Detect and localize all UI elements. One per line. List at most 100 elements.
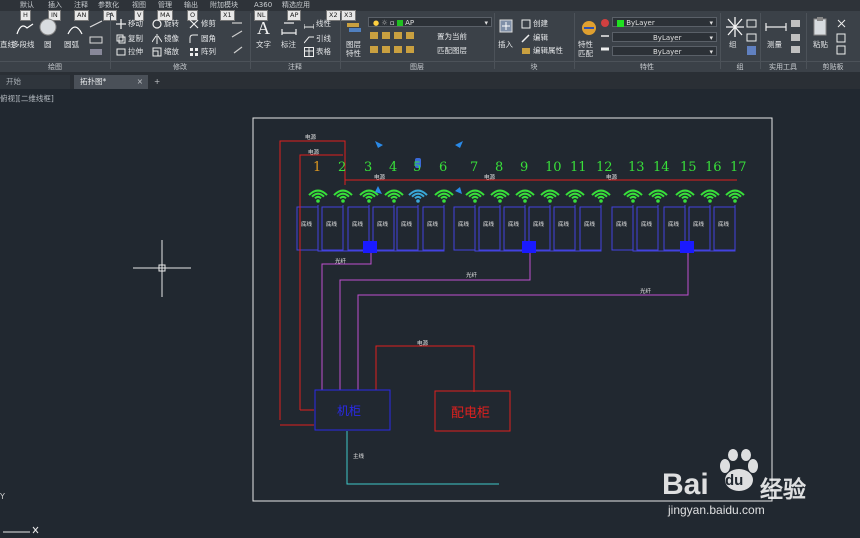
wifi-arc bbox=[521, 195, 529, 200]
power-wire-dist bbox=[375, 345, 475, 392]
wifi-arc bbox=[365, 195, 373, 200]
cable-label: 底线 bbox=[326, 222, 338, 228]
power-label: 电源 bbox=[308, 150, 320, 156]
fiber-label: 光纤 bbox=[335, 259, 347, 265]
ap-number: 4 bbox=[389, 160, 398, 175]
wifi-arc bbox=[390, 195, 398, 200]
cable-label: 底线 bbox=[616, 222, 628, 228]
cable-box bbox=[422, 206, 445, 251]
wifi-dot bbox=[631, 199, 635, 203]
ap-number: 14 bbox=[653, 160, 670, 175]
wifi-dot bbox=[498, 199, 502, 203]
ap-number: 6 bbox=[439, 160, 448, 175]
power-label: 电源 bbox=[417, 341, 429, 347]
fiber-label: 光纤 bbox=[466, 273, 478, 279]
cable-label: 底线 bbox=[352, 222, 364, 228]
ethernet-wire bbox=[688, 205, 736, 252]
wifi-icon bbox=[700, 189, 720, 203]
ap-number: 12 bbox=[596, 160, 613, 175]
wifi-dot bbox=[416, 199, 420, 203]
wifi-arc bbox=[339, 195, 347, 200]
wifi-icon bbox=[465, 189, 485, 203]
wifi-icons bbox=[308, 189, 745, 203]
wifi-arc bbox=[681, 195, 689, 200]
watermark-brand: Bai bbox=[662, 468, 709, 501]
watermark-cn: 经验 bbox=[760, 477, 806, 503]
wifi-icon bbox=[725, 189, 745, 203]
wifi-dot bbox=[683, 199, 687, 203]
wifi-dot bbox=[548, 199, 552, 203]
cable-box bbox=[553, 206, 576, 251]
cable-wires bbox=[296, 205, 736, 252]
wifi-arc bbox=[471, 195, 479, 200]
wifi-icon bbox=[308, 189, 328, 203]
wifi-icon bbox=[591, 189, 611, 203]
ap-number: 13 bbox=[628, 160, 645, 175]
ap-number: 10 bbox=[545, 160, 562, 175]
y-axis-label: Y bbox=[0, 492, 5, 501]
wifi-icon bbox=[540, 189, 560, 203]
wifi-icon bbox=[490, 189, 510, 203]
ethernet-wire bbox=[530, 205, 576, 252]
ap-number: 5 bbox=[413, 160, 422, 175]
marker-icon bbox=[455, 187, 462, 194]
ap-number: 16 bbox=[705, 160, 722, 175]
cable-label: 底线 bbox=[693, 222, 705, 228]
cable-label: 底线 bbox=[584, 222, 596, 228]
wifi-arc bbox=[440, 195, 448, 200]
ap-number: 3 bbox=[364, 160, 373, 175]
cable-label: 底线 bbox=[427, 222, 439, 228]
wifi-dot bbox=[523, 199, 527, 203]
ap-number: 15 bbox=[680, 160, 697, 175]
wifi-icon bbox=[408, 189, 428, 203]
fiber-lines bbox=[321, 246, 689, 390]
wifi-dot bbox=[733, 199, 737, 203]
ap-number: 11 bbox=[570, 160, 587, 175]
power-label: 电源 bbox=[484, 175, 496, 181]
cable-box bbox=[636, 206, 659, 251]
cable-label: 底线 bbox=[558, 222, 570, 228]
cable-label: 底线 bbox=[641, 222, 653, 228]
switch-1 bbox=[363, 241, 377, 253]
watermark-brand2: du bbox=[725, 472, 744, 489]
wifi-dot bbox=[473, 199, 477, 203]
watermark-url: jingyan.baidu.com bbox=[668, 503, 765, 517]
ethernet-wire bbox=[530, 205, 602, 252]
wifi-arc bbox=[546, 195, 554, 200]
marker-icon bbox=[375, 141, 383, 148]
ethernet-wire bbox=[474, 205, 530, 252]
wifi-icon bbox=[384, 189, 404, 203]
power-label: 电源 bbox=[305, 135, 317, 141]
wifi-dot bbox=[656, 199, 660, 203]
power-label: 电源 bbox=[374, 175, 386, 181]
wifi-arc bbox=[654, 195, 662, 200]
wifi-icon bbox=[675, 189, 695, 203]
ap-number: 7 bbox=[470, 160, 479, 175]
drawing-frame bbox=[252, 117, 773, 502]
wifi-icon bbox=[515, 189, 535, 203]
wifi-arc bbox=[571, 195, 579, 200]
wifi-arc bbox=[706, 195, 714, 200]
wifi-arc bbox=[731, 195, 739, 200]
cable-label: 底线 bbox=[668, 222, 680, 228]
cable-box bbox=[396, 206, 419, 251]
wifi-arc bbox=[629, 195, 637, 200]
ethernet-wire bbox=[371, 205, 445, 252]
ap-number: 17 bbox=[730, 160, 747, 175]
cable-label: 底线 bbox=[401, 222, 413, 228]
fiber-label: 光纤 bbox=[640, 289, 652, 295]
ethernet-wire bbox=[632, 205, 688, 252]
cable-box bbox=[321, 206, 344, 251]
cable-box bbox=[503, 206, 526, 251]
wifi-icon bbox=[333, 189, 353, 203]
distribution-cabinet-label: 配电柜 bbox=[451, 406, 491, 421]
cable-label: 底线 bbox=[458, 222, 470, 228]
cable-box bbox=[611, 206, 634, 251]
wifi-arc bbox=[597, 195, 605, 200]
wifi-arc bbox=[314, 195, 322, 200]
cable-label: 底线 bbox=[718, 222, 730, 228]
cable-label: 底线 bbox=[301, 222, 313, 228]
fiber-wire bbox=[357, 247, 689, 390]
cable-label: 底线 bbox=[508, 222, 520, 228]
wifi-dot bbox=[316, 199, 320, 203]
